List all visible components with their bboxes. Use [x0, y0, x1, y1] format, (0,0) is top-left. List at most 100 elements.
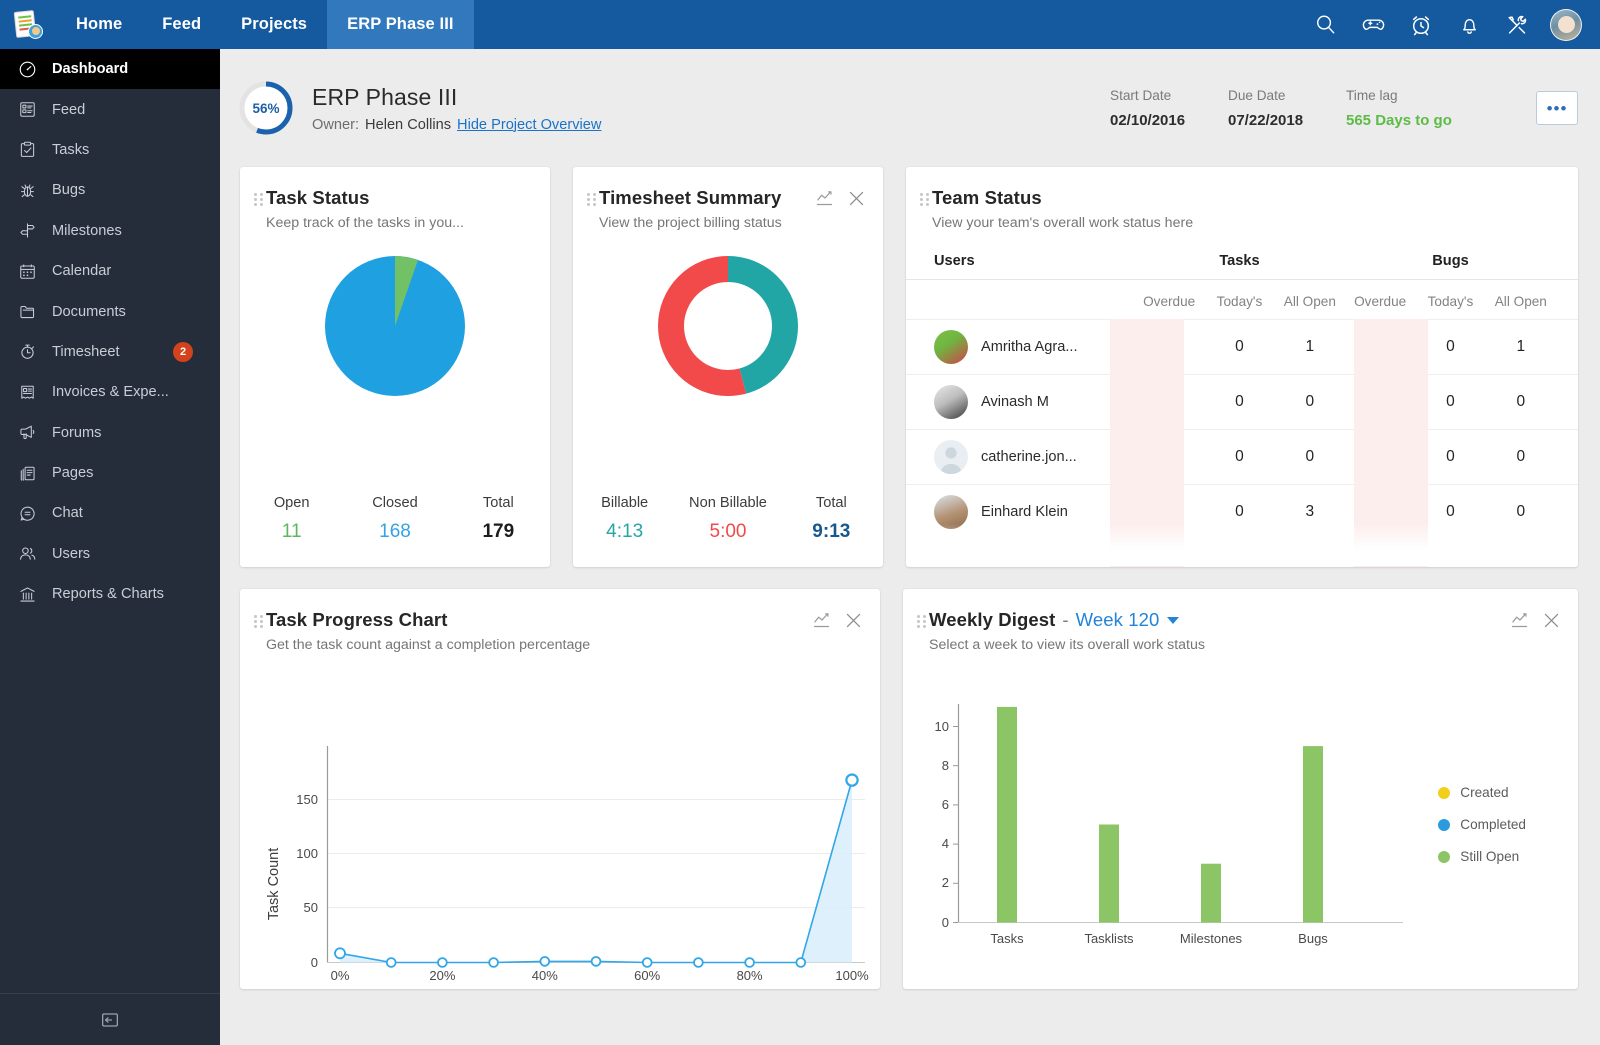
sidebar-label: Documents	[52, 303, 126, 320]
alarm-clock-icon[interactable]	[1408, 12, 1434, 38]
close-icon[interactable]	[1543, 612, 1560, 629]
legend-item-still-open[interactable]: Still Open	[1438, 849, 1526, 864]
stat-label: Non Billable	[689, 495, 767, 511]
meta-time-lag: Time lag 565 Days to go	[1346, 88, 1516, 129]
legend-item-created[interactable]: Created	[1438, 785, 1526, 800]
bell-icon[interactable]	[1456, 12, 1482, 38]
sidebar-item-tasks[interactable]: Tasks	[0, 130, 220, 170]
sidebar-item-bugs[interactable]: Bugs	[0, 170, 220, 210]
nav-tab-projects[interactable]: Projects	[221, 0, 327, 49]
sidebar-item-pages[interactable]: Pages	[0, 453, 220, 493]
card-header: Team Status View your team's overall wor…	[906, 167, 1578, 231]
svg-text:0: 0	[311, 955, 318, 970]
card-task-progress-chart: Task Progress Chart Get the task count a…	[240, 589, 880, 989]
sidebar-item-timesheet[interactable]: Timesheet 2	[0, 332, 220, 372]
stat-closed: Closed 168	[343, 495, 446, 543]
card-subtitle: View your team's overall work status her…	[932, 215, 1194, 231]
drag-handle-icon[interactable]	[254, 193, 266, 206]
sidebar-label: Calendar	[52, 263, 112, 280]
sidebar-item-dashboard[interactable]: Dashboard	[0, 49, 220, 90]
sidebar-label: Pages	[52, 465, 94, 482]
svg-text:60%: 60%	[634, 968, 660, 983]
card-actions	[1511, 612, 1560, 629]
card-title-block: Timesheet Summary View the project billi…	[599, 187, 816, 231]
nav-tab-erp-phase-iii[interactable]: ERP Phase III	[327, 0, 474, 49]
sidebar-item-calendar[interactable]: Calendar	[0, 251, 220, 291]
user-cell: Einhard Klein	[934, 495, 1134, 529]
legend-color-swatch	[1438, 818, 1451, 831]
table-row[interactable]: Avinash M 0 0 0 0 0 0	[906, 374, 1578, 429]
chat-icon	[18, 504, 52, 523]
sidebar-label: Chat	[52, 505, 83, 522]
sidebar-item-reports-charts[interactable]: Reports & Charts	[0, 574, 220, 614]
legend-color-swatch	[1438, 850, 1451, 863]
card-subtitle: Keep track of the tasks in you...	[266, 215, 464, 231]
stat-value[interactable]: 4:13	[573, 521, 676, 543]
card-actions	[813, 612, 862, 629]
timesheet-donut-chart	[573, 251, 883, 401]
drag-handle-icon[interactable]	[917, 615, 929, 628]
sidebar-label: Reports & Charts	[52, 586, 164, 603]
sidebar-item-feed[interactable]: Feed	[0, 89, 220, 129]
nav-tab-home[interactable]: Home	[56, 0, 142, 49]
week-selector-label[interactable]: Week 120	[1076, 609, 1160, 631]
signpost-icon	[18, 221, 52, 240]
chart-toggle-icon[interactable]	[813, 612, 830, 629]
card-title-block: Team Status View your team's overall wor…	[932, 187, 1560, 231]
stat-value: 9:13	[812, 521, 851, 542]
table-row[interactable]: Amritha Agra... 1 0 1 0 0 1	[906, 319, 1578, 374]
chart-toggle-icon[interactable]	[1511, 612, 1528, 629]
chevron-down-icon[interactable]	[1167, 616, 1180, 624]
search-icon[interactable]	[1312, 12, 1338, 38]
sidebar-item-documents[interactable]: Documents	[0, 291, 220, 331]
tools-icon[interactable]	[1504, 12, 1530, 38]
column-group-tasks: Tasks	[1219, 253, 1260, 269]
svg-text:2: 2	[942, 875, 949, 890]
team-status-table: Users Tasks Bugs Overdue Today's All Ope…	[906, 253, 1578, 567]
chart-toggle-icon[interactable]	[816, 190, 833, 207]
user-name: Einhard Klein	[981, 504, 1068, 520]
drag-handle-icon[interactable]	[587, 193, 599, 206]
stat-label: Closed	[372, 495, 418, 511]
sidebar-item-forums[interactable]: Forums	[0, 413, 220, 453]
timesheet-stats: Billable 4:13 Non Billable 5:00 Total 9:…	[573, 495, 883, 543]
user-avatar[interactable]	[1550, 8, 1582, 41]
stat-value[interactable]: 168	[343, 521, 446, 543]
card-timesheet-summary: Timesheet Summary View the project billi…	[573, 167, 883, 567]
sidebar-item-users[interactable]: Users	[0, 534, 220, 574]
nav-tab-feed[interactable]: Feed	[142, 0, 221, 49]
svg-text:4: 4	[942, 836, 949, 851]
more-options-button[interactable]: •••	[1536, 91, 1578, 125]
sidebar-item-invoices-expenses[interactable]: Invoices & Expe...	[0, 372, 220, 412]
gamepad-icon[interactable]	[1360, 12, 1386, 38]
table-row[interactable]: Einhard Klein 3 0 3 0 0 0	[906, 484, 1578, 539]
zoho-projects-logo-icon[interactable]	[0, 0, 56, 49]
cell-tasks-overdue: 1	[1164, 338, 1174, 355]
stat-label: Total	[482, 495, 514, 511]
cell-bugs-todays: 0	[1446, 338, 1455, 355]
stat-value[interactable]: 5:00	[676, 521, 779, 543]
stat-value[interactable]: 11	[240, 521, 343, 543]
cell-tasks-todays: 0	[1235, 448, 1244, 465]
stat-label: Open	[273, 495, 310, 511]
project-header: 56% ERP Phase III Owner: Helen Collins H…	[220, 49, 1600, 167]
table-group-header: Users Tasks Bugs	[906, 253, 1578, 280]
legend-item-completed[interactable]: Completed	[1438, 817, 1526, 832]
table-row[interactable]: catherine.jon... 0 0 0 0 0 0	[906, 429, 1578, 484]
owner-label: Owner:	[312, 116, 360, 133]
sidebar-item-chat[interactable]: Chat	[0, 493, 220, 533]
drag-handle-icon[interactable]	[920, 193, 932, 206]
meta-label: Time lag	[1346, 87, 1398, 103]
task-status-stats: Open 11 Closed 168 Total 179	[240, 495, 550, 543]
cell-bugs-overdue: 0	[1375, 503, 1385, 520]
collapse-sidebar-icon[interactable]	[97, 1007, 123, 1033]
sidebar-item-milestones[interactable]: Milestones	[0, 211, 220, 251]
close-icon[interactable]	[845, 612, 862, 629]
close-icon[interactable]	[848, 190, 865, 207]
drag-handle-icon[interactable]	[254, 615, 266, 628]
card-weekly-digest: Weekly Digest - Week 120 Select a week t…	[903, 589, 1578, 989]
card-subtitle: Get the task count against a completion …	[266, 637, 591, 653]
svg-text:Tasklists: Tasklists	[1084, 931, 1134, 946]
timesheet-badge: 2	[173, 341, 193, 362]
hide-project-overview-link[interactable]: Hide Project Overview	[457, 117, 601, 133]
